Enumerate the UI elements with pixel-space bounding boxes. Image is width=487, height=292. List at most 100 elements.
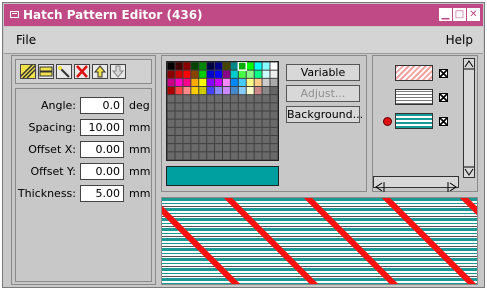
- palette-cell[interactable]: [254, 86, 262, 95]
- palette-cell[interactable]: [175, 111, 183, 119]
- maximize-button[interactable]: □: [453, 8, 466, 21]
- palette-cell[interactable]: [175, 144, 183, 152]
- palette-cell[interactable]: [230, 103, 238, 111]
- palette-cell[interactable]: [238, 86, 246, 95]
- palette-cell[interactable]: [175, 95, 183, 103]
- palette-cell[interactable]: [222, 70, 230, 78]
- palette-cell[interactable]: [175, 86, 183, 95]
- palette-cell[interactable]: [207, 119, 215, 127]
- layer-3-visible-checkbox[interactable]: [439, 117, 448, 126]
- palette-cell[interactable]: [254, 70, 262, 78]
- palette-cell[interactable]: [215, 103, 223, 111]
- palette-cell[interactable]: [191, 86, 199, 95]
- menu-help[interactable]: Help: [446, 33, 473, 47]
- palette-cell[interactable]: [270, 144, 278, 152]
- palette-cell[interactable]: [246, 95, 254, 103]
- palette-cell[interactable]: [270, 127, 278, 136]
- palette-cell[interactable]: [222, 152, 230, 160]
- layer-1-visible-checkbox[interactable]: [439, 69, 448, 78]
- palette-cell[interactable]: [238, 127, 246, 136]
- palette-cell[interactable]: [262, 152, 270, 160]
- palette-cell[interactable]: [191, 62, 199, 70]
- palette-cell[interactable]: [199, 127, 207, 136]
- palette-cell[interactable]: [222, 111, 230, 119]
- palette-cell[interactable]: [167, 135, 175, 144]
- palette-cell[interactable]: [230, 78, 238, 87]
- palette-cell[interactable]: [230, 119, 238, 127]
- palette-cell[interactable]: [191, 95, 199, 103]
- move-up-icon[interactable]: [92, 64, 108, 79]
- palette-cell[interactable]: [270, 103, 278, 111]
- palette-cell[interactable]: [183, 127, 191, 136]
- palette-cell[interactable]: [183, 103, 191, 111]
- palette-cell[interactable]: [238, 111, 246, 119]
- palette-cell[interactable]: [207, 78, 215, 87]
- layer-swatch-gray-lines[interactable]: [395, 89, 433, 105]
- palette-cell[interactable]: [167, 70, 175, 78]
- palette-cell[interactable]: [167, 111, 175, 119]
- palette-cell[interactable]: [207, 62, 215, 70]
- palette-cell[interactable]: [254, 127, 262, 136]
- palette-cell[interactable]: [254, 62, 262, 70]
- palette-cell[interactable]: [262, 144, 270, 152]
- palette-cell[interactable]: [246, 119, 254, 127]
- palette-cell[interactable]: [191, 103, 199, 111]
- palette-cell[interactable]: [167, 62, 175, 70]
- palette-cell[interactable]: [207, 127, 215, 136]
- palette-cell[interactable]: [199, 111, 207, 119]
- palette-cell[interactable]: [199, 103, 207, 111]
- palette-cell[interactable]: [183, 78, 191, 87]
- palette-cell[interactable]: [167, 78, 175, 87]
- palette-cell[interactable]: [175, 70, 183, 78]
- palette-cell[interactable]: [222, 127, 230, 136]
- palette-cell[interactable]: [270, 119, 278, 127]
- palette-cell[interactable]: [175, 152, 183, 160]
- palette-cell[interactable]: [270, 86, 278, 95]
- wand-icon[interactable]: [56, 64, 72, 79]
- palette-cell[interactable]: [262, 135, 270, 144]
- palette-cell[interactable]: [175, 78, 183, 87]
- palette-cell[interactable]: [230, 135, 238, 144]
- palette-cell[interactable]: [230, 70, 238, 78]
- palette-cell[interactable]: [238, 135, 246, 144]
- palette-cell[interactable]: [270, 152, 278, 160]
- palette-cell[interactable]: [207, 144, 215, 152]
- close-button[interactable]: ✕: [467, 8, 480, 21]
- offset-y-input[interactable]: 0.00: [80, 163, 124, 180]
- palette-cell[interactable]: [230, 152, 238, 160]
- palette-cell[interactable]: [215, 86, 223, 95]
- palette-cell[interactable]: [199, 95, 207, 103]
- palette-cell[interactable]: [238, 152, 246, 160]
- palette-cell[interactable]: [183, 119, 191, 127]
- palette-cell[interactable]: [238, 62, 246, 70]
- palette-cell[interactable]: [222, 144, 230, 152]
- palette-cell[interactable]: [167, 152, 175, 160]
- palette-cell[interactable]: [230, 95, 238, 103]
- palette-cell[interactable]: [254, 144, 262, 152]
- palette-cell[interactable]: [230, 111, 238, 119]
- palette-cell[interactable]: [167, 144, 175, 152]
- palette-cell[interactable]: [230, 127, 238, 136]
- layer-swatch-red-diagonal[interactable]: [395, 65, 433, 81]
- palette-cell[interactable]: [222, 95, 230, 103]
- palette-cell[interactable]: [183, 111, 191, 119]
- palette-cell[interactable]: [246, 70, 254, 78]
- palette-cell[interactable]: [215, 95, 223, 103]
- palette-cell[interactable]: [270, 70, 278, 78]
- palette-cell[interactable]: [175, 103, 183, 111]
- palette-cell[interactable]: [167, 95, 175, 103]
- palette-cell[interactable]: [246, 86, 254, 95]
- palette-cell[interactable]: [222, 86, 230, 95]
- palette-cell[interactable]: [199, 135, 207, 144]
- palette-cell[interactable]: [207, 103, 215, 111]
- palette-cell[interactable]: [215, 144, 223, 152]
- palette-cell[interactable]: [254, 111, 262, 119]
- palette-cell[interactable]: [246, 78, 254, 87]
- palette-cell[interactable]: [207, 70, 215, 78]
- palette-cell[interactable]: [199, 152, 207, 160]
- offset-x-input[interactable]: 0.00: [80, 141, 124, 158]
- palette-cell[interactable]: [238, 144, 246, 152]
- minimize-button[interactable]: ▁: [439, 8, 452, 21]
- palette-cell[interactable]: [175, 135, 183, 144]
- palette-cell[interactable]: [254, 135, 262, 144]
